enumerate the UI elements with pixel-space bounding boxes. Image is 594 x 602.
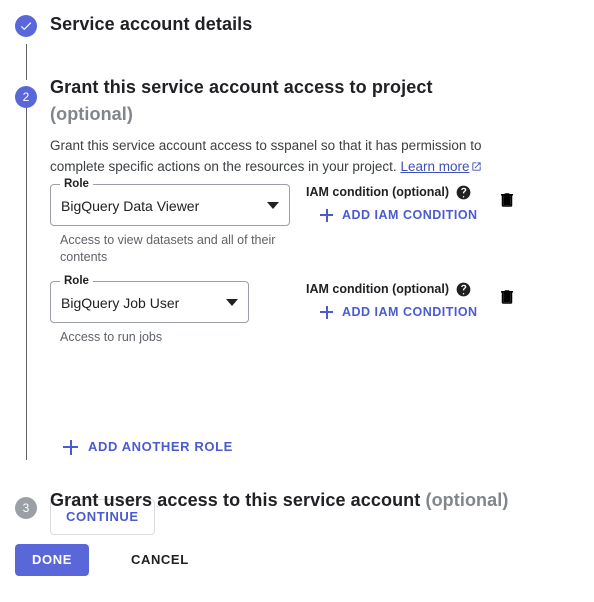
step-3-title: Grant users access to this service accou… [50, 490, 420, 510]
stepper-connector-2 [26, 108, 27, 460]
trash-icon [498, 190, 516, 210]
plus-icon [320, 306, 333, 319]
role-select-0[interactable]: Role BigQuery Data Viewer [50, 184, 290, 226]
stepper-connector-1 [26, 44, 27, 80]
role-field-label-1: Role [60, 274, 93, 288]
step-1-service-account-details[interactable]: Service account details [0, 0, 594, 52]
delete-role-button-0[interactable] [498, 190, 516, 212]
add-iam-condition-button-0[interactable]: ADD IAM CONDITION [320, 206, 478, 224]
dialog-footer: DONE CANCEL [0, 545, 193, 575]
external-link-icon [471, 157, 482, 178]
iam-condition-block-0: IAM condition (optional) ADD IAM CONDITI… [306, 184, 478, 224]
role-select-1[interactable]: Role BigQuery Job User [50, 281, 249, 323]
trash-icon [498, 287, 516, 307]
iam-condition-label-0: IAM condition (optional) [306, 184, 478, 200]
role-field-label-0: Role [60, 177, 93, 191]
add-iam-condition-label-0: ADD IAM CONDITION [342, 206, 478, 224]
add-iam-condition-label-1: ADD IAM CONDITION [342, 303, 478, 321]
iam-condition-block-1: IAM condition (optional) ADD IAM CONDITI… [306, 281, 478, 321]
chevron-down-icon [267, 202, 279, 209]
step-2-description: Grant this service account access to ssp… [50, 135, 536, 178]
plus-icon [63, 440, 78, 455]
delete-role-button-1[interactable] [498, 287, 516, 309]
done-button[interactable]: DONE [15, 544, 89, 576]
step-2-title: Grant this service account access to pro… [50, 77, 433, 97]
chevron-down-icon [226, 299, 238, 306]
role-hint-1: Access to run jobs [60, 329, 292, 346]
help-icon[interactable] [456, 185, 471, 200]
step-1-badge [15, 15, 37, 37]
add-another-role-button[interactable]: ADD ANOTHER ROLE [63, 438, 233, 456]
step-2-badge: 2 [15, 86, 37, 108]
role-select-value-0: BigQuery Data Viewer [61, 196, 199, 216]
iam-condition-label-text-0: IAM condition (optional) [306, 184, 449, 200]
step-3-optional-label: (optional) [425, 490, 508, 510]
check-icon [19, 19, 33, 33]
add-iam-condition-button-1[interactable]: ADD IAM CONDITION [320, 303, 478, 321]
help-icon[interactable] [456, 282, 471, 297]
step-2-optional-label: (optional) [50, 104, 133, 124]
step-2-heading: Grant this service account access to pro… [50, 74, 433, 128]
add-another-role-label: ADD ANOTHER ROLE [88, 438, 233, 456]
iam-condition-label-text-1: IAM condition (optional) [306, 281, 449, 297]
learn-more-label: Learn more [400, 159, 469, 174]
step-3-heading: Grant users access to this service accou… [50, 487, 508, 514]
role-hint-0: Access to view datasets and all of their… [60, 232, 292, 266]
step-3-badge: 3 [15, 497, 37, 519]
plus-icon [320, 209, 333, 222]
learn-more-link[interactable]: Learn more [400, 159, 482, 174]
role-select-value-1: BigQuery Job User [61, 293, 179, 313]
step-1-title: Service account details [50, 14, 252, 35]
cancel-button[interactable]: CANCEL [127, 544, 193, 576]
iam-condition-label-1: IAM condition (optional) [306, 281, 478, 297]
